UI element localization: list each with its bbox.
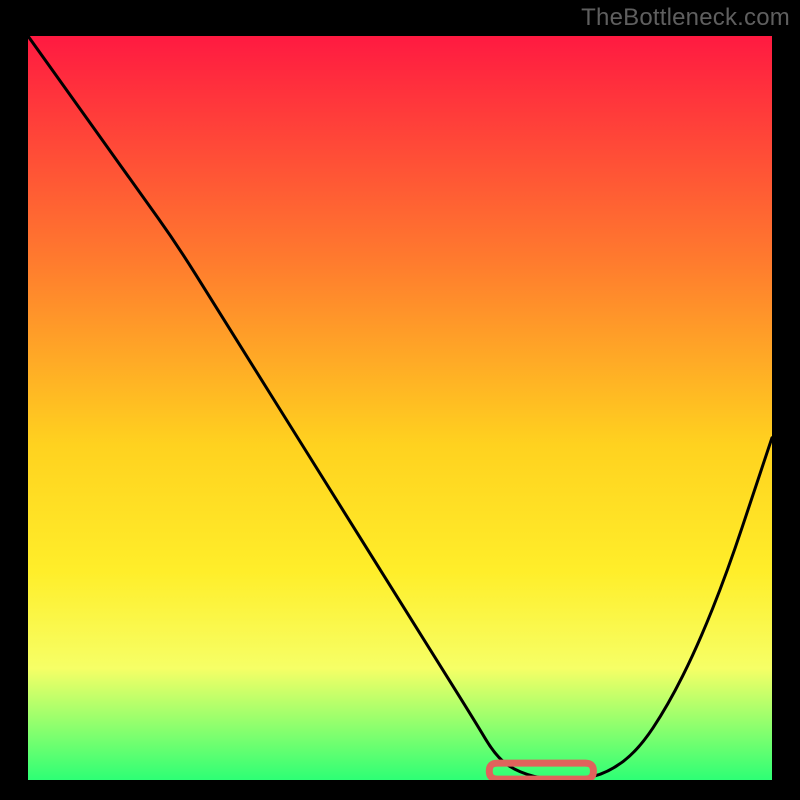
watermark-text: TheBottleneck.com [581, 4, 790, 32]
bottleneck-plot [28, 36, 772, 780]
plot-background [28, 36, 772, 780]
chart-svg [28, 36, 772, 780]
chart-container: TheBottleneck.com [0, 0, 800, 800]
